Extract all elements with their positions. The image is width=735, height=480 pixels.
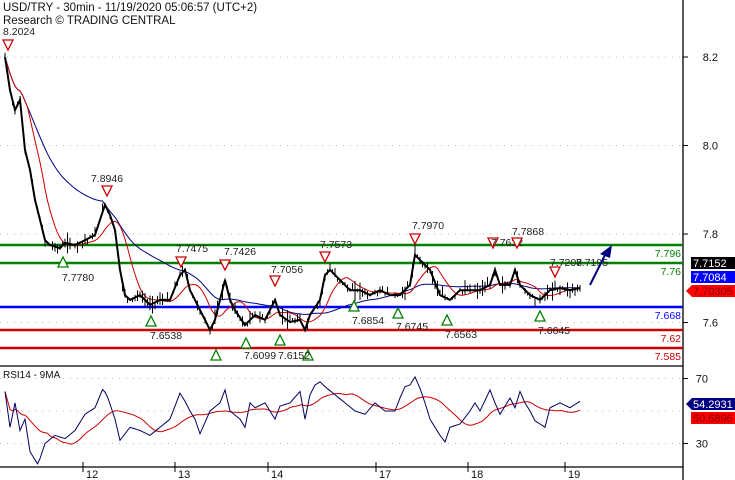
y-tick-label: 7.8 (703, 229, 718, 241)
x-tick-label-12: 12 (86, 469, 98, 480)
annotation-label: 7.7970 (412, 220, 444, 232)
price-tag: 7.7084 (693, 272, 727, 284)
annotation-label: 7.6152 (278, 350, 310, 362)
annotation-label: 7.7573 (320, 239, 352, 251)
annotation-label: 7.7426 (224, 246, 256, 258)
annotation-label: 8.2024 (3, 26, 35, 38)
x-tick-label-18: 18 (471, 469, 483, 480)
price-chart[interactable]: 8.2 8.0 7.8 7.6 70 30 12 13 14 17 18 19 7.796 7.76 7.6… (0, 0, 735, 480)
support-marker-icon (144, 314, 158, 327)
annotation-label: 7.6854 (352, 315, 384, 327)
resistance-marker-icon (1, 39, 15, 52)
support-marker-icon (391, 306, 405, 319)
annotation-label: 7.6099 (244, 350, 276, 362)
resistance-marker-icon (100, 185, 114, 198)
annotation-label: 7.7780 (62, 272, 94, 284)
level-label: 7.62 (661, 333, 682, 345)
level-label: 7.585 (655, 351, 681, 363)
level-label: 7.76 (661, 266, 682, 278)
resistance-marker-icon (318, 251, 332, 264)
x-tick-label-13: 13 (178, 469, 190, 480)
rsi-tag: 54.2931 (693, 399, 733, 411)
rsi-tick-label: 70 (696, 374, 708, 386)
support-marker-icon (239, 336, 253, 349)
annotation-label: 7.6745 (396, 321, 428, 333)
annotation-label: 7.6538 (150, 330, 182, 342)
support-marker-icon (209, 348, 223, 361)
resistance-marker-icon (218, 259, 232, 272)
support-marker-icon (273, 333, 287, 346)
price-tag: 7.7152 (693, 258, 727, 270)
rsi-tag: 50.6896 (693, 413, 733, 425)
support-marker-icon (533, 309, 547, 322)
annotation-label: 7.7475 (176, 243, 208, 255)
x-tick-label-19: 19 (568, 469, 580, 480)
y-tick-label: 8.0 (703, 141, 718, 153)
y-tick-label: 8.2 (703, 52, 718, 64)
annotation-label: 7.6563 (445, 329, 477, 341)
annotation-label: 7.8946 (91, 173, 123, 185)
x-tick-label-14: 14 (271, 469, 283, 480)
annotation-label: 7.7056 (271, 264, 303, 276)
y-tick-label: 7.6 (703, 318, 718, 330)
support-marker-icon (440, 313, 454, 326)
rsi-line (4, 375, 581, 465)
price-line (4, 56, 581, 333)
level-label: 7.796 (655, 248, 681, 260)
annotation-label: 7.7868 (512, 226, 544, 238)
resistance-marker-icon (268, 275, 282, 288)
resistance-marker-icon (408, 233, 422, 246)
rsi-tick-label: 30 (696, 439, 708, 451)
level-label: 7.668 (655, 310, 681, 322)
price-tag: 7.70305 (693, 286, 733, 298)
annotation-label: 7.6645 (538, 325, 570, 337)
x-tick-label-17: 17 (379, 469, 391, 480)
